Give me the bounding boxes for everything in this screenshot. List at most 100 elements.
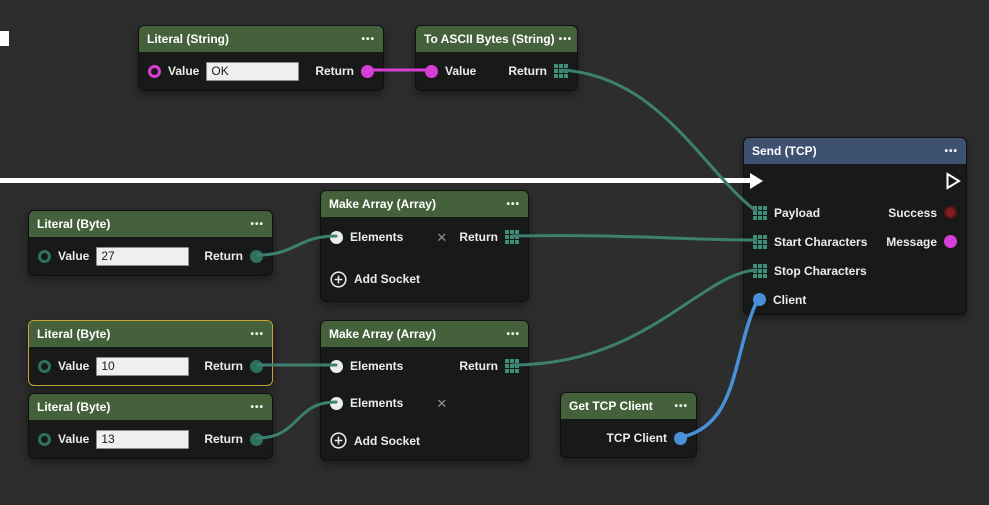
value-input-port[interactable]: [38, 250, 51, 263]
return-output-port[interactable]: [361, 65, 374, 78]
node-menu-icon[interactable]: •••: [250, 402, 264, 413]
value-label: Value: [445, 64, 476, 78]
node-literal-byte-13[interactable]: Literal (Byte) ••• Value Return: [28, 393, 273, 459]
return-array-output-port[interactable]: [554, 64, 558, 68]
node-title: Send (TCP): [752, 144, 817, 158]
wire-array-bottom-to-stop-characters[interactable]: [513, 270, 756, 365]
success-output-port[interactable]: [944, 206, 957, 219]
remove-socket-button[interactable]: ✕: [436, 397, 447, 410]
message-output-port[interactable]: [944, 235, 957, 248]
value-input-port[interactable]: [425, 65, 438, 78]
node-title: Literal (Byte): [37, 400, 110, 414]
message-label: Message: [886, 235, 937, 249]
remove-socket-button[interactable]: ✕: [436, 231, 447, 244]
return-label: Return: [459, 359, 498, 373]
node-menu-icon[interactable]: •••: [506, 329, 520, 340]
node-header[interactable]: Make Array (Array) •••: [321, 321, 528, 347]
return-array-output-port[interactable]: [505, 359, 509, 363]
exec-row: [744, 164, 966, 198]
node-menu-icon[interactable]: •••: [674, 401, 688, 412]
node-get-tcp-client[interactable]: Get TCP Client ••• TCP Client: [560, 392, 697, 458]
elements-label: Elements: [350, 230, 403, 244]
add-socket-icon: [330, 432, 347, 449]
node-menu-icon[interactable]: •••: [506, 199, 520, 210]
return-label: Return: [315, 64, 354, 78]
exec-input-port[interactable]: [749, 172, 764, 190]
elements-input-port[interactable]: [330, 397, 343, 410]
return-label: Return: [459, 230, 498, 244]
node-header[interactable]: Literal (String) •••: [139, 26, 383, 52]
stop-characters-label: Stop Characters: [774, 264, 867, 278]
node-make-array-top[interactable]: Make Array (Array) ••• Elements ✕ Return…: [320, 190, 529, 302]
node-header[interactable]: Literal (Byte) •••: [29, 211, 272, 237]
value-input[interactable]: [96, 357, 189, 376]
return-label: Return: [204, 249, 243, 263]
node-menu-icon[interactable]: •••: [559, 34, 573, 45]
value-input[interactable]: [96, 430, 189, 449]
value-input-port[interactable]: [38, 433, 51, 446]
elements-input-port[interactable]: [330, 360, 343, 373]
wire-array-top-to-start-characters[interactable]: [513, 236, 756, 240]
node-header[interactable]: Make Array (Array) •••: [321, 191, 528, 217]
node-title: To ASCII Bytes (String): [424, 32, 555, 46]
start-characters-label: Start Characters: [774, 235, 867, 249]
stop-characters-input-port[interactable]: [753, 264, 757, 268]
node-literal-byte-10[interactable]: Literal (Byte) ••• Value Return: [28, 320, 273, 386]
return-array-output-port[interactable]: [505, 230, 509, 234]
node-menu-icon[interactable]: •••: [361, 34, 375, 45]
node-header[interactable]: Literal (Byte) •••: [29, 394, 272, 420]
node-header[interactable]: To ASCII Bytes (String) •••: [416, 26, 577, 52]
value-input-port[interactable]: [148, 65, 161, 78]
node-title: Literal (Byte): [37, 217, 110, 231]
node-literal-string[interactable]: Literal (String) ••• Value Return: [138, 25, 384, 91]
payload-label: Payload: [774, 206, 820, 220]
client-label: Client: [773, 293, 806, 307]
node-row: Value Return: [29, 237, 272, 275]
node-header[interactable]: Literal (Byte) •••: [29, 321, 272, 347]
node-menu-icon[interactable]: •••: [250, 219, 264, 230]
node-send-tcp[interactable]: Send (TCP) ••• Payload Success Start Cha…: [743, 137, 967, 315]
node-row: Client: [744, 285, 966, 314]
value-label: Value: [168, 64, 199, 78]
return-output-port[interactable]: [250, 250, 263, 263]
tcp-client-output-port[interactable]: [674, 432, 687, 445]
value-label: Value: [58, 432, 89, 446]
node-row: Value Return: [29, 347, 272, 385]
node-to-ascii-bytes[interactable]: To ASCII Bytes (String) ••• Value Return: [415, 25, 578, 91]
success-label: Success: [888, 206, 937, 220]
node-editor-canvas[interactable]: Literal (String) ••• Value Return To ASC…: [0, 0, 989, 505]
node-row: Elements ✕: [321, 385, 528, 421]
add-socket-button[interactable]: Add Socket: [321, 257, 528, 301]
start-characters-input-port[interactable]: [753, 235, 757, 239]
wire-ascii-to-payload[interactable]: [562, 70, 756, 211]
node-menu-icon[interactable]: •••: [250, 329, 264, 340]
node-row: Elements Return: [321, 347, 528, 385]
node-menu-icon[interactable]: •••: [944, 146, 958, 157]
node-header[interactable]: Get TCP Client •••: [561, 393, 696, 419]
return-output-port[interactable]: [250, 360, 263, 373]
add-socket-label: Add Socket: [354, 272, 420, 286]
elements-input-port[interactable]: [330, 231, 343, 244]
add-socket-icon: [330, 271, 347, 288]
return-label: Return: [204, 359, 243, 373]
tcp-client-label: TCP Client: [607, 431, 667, 445]
return-label: Return: [204, 432, 243, 446]
client-input-port[interactable]: [753, 293, 766, 306]
node-header[interactable]: Send (TCP) •••: [744, 138, 966, 164]
node-title: Literal (String): [147, 32, 229, 46]
value-label: Value: [58, 249, 89, 263]
value-label: Value: [58, 359, 89, 373]
value-input[interactable]: [96, 247, 189, 266]
node-make-array-bottom[interactable]: Make Array (Array) ••• Elements Return E…: [320, 320, 529, 461]
add-socket-button[interactable]: Add Socket: [321, 421, 528, 460]
value-input-port[interactable]: [38, 360, 51, 373]
value-input[interactable]: [206, 62, 299, 81]
node-row: Value Return: [139, 52, 383, 90]
node-row: Stop Characters: [744, 256, 966, 285]
node-literal-byte-27[interactable]: Literal (Byte) ••• Value Return: [28, 210, 273, 276]
elements-label: Elements: [350, 359, 403, 373]
node-row: TCP Client: [561, 419, 696, 457]
return-output-port[interactable]: [250, 433, 263, 446]
payload-input-port[interactable]: [753, 206, 757, 210]
exec-output-port[interactable]: [946, 172, 961, 190]
